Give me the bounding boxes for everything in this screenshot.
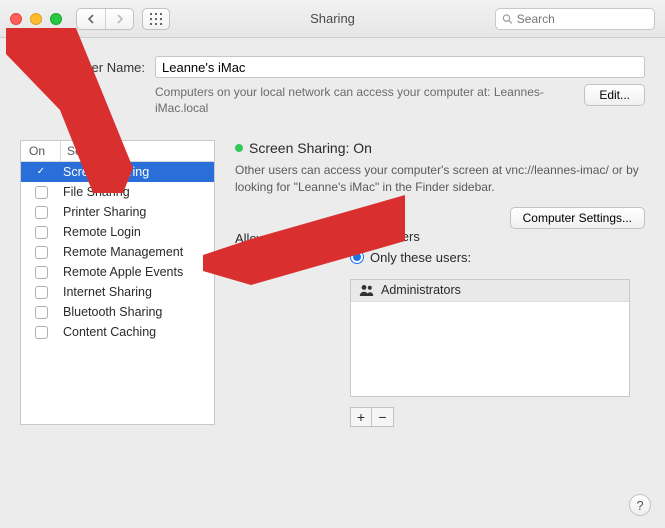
user-row-label: Administrators <box>381 283 461 297</box>
edit-button[interactable]: Edit... <box>584 84 645 106</box>
services-list: On Service ✓ Screen Sharing File Sharing Pr… <box>20 140 215 425</box>
close-icon[interactable] <box>10 13 22 25</box>
service-row[interactable]: Internet Sharing <box>21 282 214 302</box>
computer-settings-button[interactable]: Computer Settings... <box>510 207 645 229</box>
status-label: Screen Sharing: On <box>249 140 372 156</box>
radio-only-label: Only these users: <box>370 250 471 265</box>
add-user-button[interactable]: + <box>350 407 372 427</box>
search-input[interactable] <box>517 12 648 26</box>
service-label: Remote Management <box>61 245 214 259</box>
service-label: Screen Sharing <box>61 165 214 179</box>
search-icon <box>502 13 513 25</box>
service-label: Content Caching <box>61 325 214 339</box>
back-button[interactable] <box>77 9 105 29</box>
users-icon <box>359 284 375 296</box>
radio-only-these-users[interactable]: Only these users: <box>350 250 630 265</box>
service-checkbox[interactable] <box>35 306 48 319</box>
service-label: Internet Sharing <box>61 285 214 299</box>
chevron-left-icon <box>87 14 96 24</box>
service-label: File Sharing <box>61 185 214 199</box>
service-checkbox[interactable] <box>35 186 48 199</box>
service-label: Remote Apple Events <box>61 265 214 279</box>
service-row[interactable]: File Sharing <box>21 182 214 202</box>
nav-back-forward[interactable] <box>76 8 134 30</box>
service-label: Printer Sharing <box>61 205 214 219</box>
titlebar: Sharing <box>0 0 665 38</box>
allow-access-label: Allow access for: <box>235 229 340 246</box>
show-all-button[interactable] <box>142 8 170 30</box>
service-checkbox[interactable] <box>35 266 48 279</box>
service-checkbox[interactable] <box>35 246 48 259</box>
chevron-right-icon <box>115 14 124 24</box>
grid-icon <box>150 13 162 25</box>
minimize-icon[interactable] <box>30 13 42 25</box>
radio-all-label: All users <box>370 229 420 244</box>
forward-button[interactable] <box>105 9 133 29</box>
service-row[interactable]: Printer Sharing <box>21 202 214 222</box>
radio-icon <box>350 229 364 243</box>
service-row[interactable]: ✓ Screen Sharing <box>21 162 214 182</box>
service-row[interactable]: Bluetooth Sharing <box>21 302 214 322</box>
service-row[interactable]: Remote Management <box>21 242 214 262</box>
service-row[interactable]: Content Caching <box>21 322 214 342</box>
service-checkbox[interactable] <box>35 226 48 239</box>
service-label: Remote Login <box>61 225 214 239</box>
computer-name-hint: Computers on your local network can acce… <box>155 84 584 116</box>
help-button[interactable]: ? <box>629 494 651 516</box>
services-header: On Service <box>21 141 214 162</box>
service-row[interactable]: Remote Login <box>21 222 214 242</box>
col-service: Service <box>61 141 214 161</box>
service-checkbox[interactable] <box>35 326 48 339</box>
users-list[interactable]: Administrators <box>350 279 630 397</box>
service-checkbox[interactable] <box>35 206 48 219</box>
zoom-icon[interactable] <box>50 13 62 25</box>
window-controls <box>10 13 62 25</box>
service-row[interactable]: Remote Apple Events <box>21 262 214 282</box>
service-checkbox[interactable] <box>35 286 48 299</box>
col-on: On <box>21 141 61 161</box>
radio-icon <box>350 250 364 264</box>
status-dot-icon <box>235 144 243 152</box>
computer-name-label: Computer Name: <box>20 60 145 75</box>
service-checkbox[interactable]: ✓ <box>35 166 48 179</box>
service-label: Bluetooth Sharing <box>61 305 214 319</box>
search-field[interactable] <box>495 8 655 30</box>
remove-user-button[interactable]: − <box>372 407 394 427</box>
service-detail-pane: Screen Sharing: On Other users can acces… <box>235 140 645 426</box>
computer-name-input[interactable] <box>155 56 645 78</box>
status-description: Other users can access your computer's s… <box>235 162 645 194</box>
radio-all-users[interactable]: All users <box>350 229 630 244</box>
